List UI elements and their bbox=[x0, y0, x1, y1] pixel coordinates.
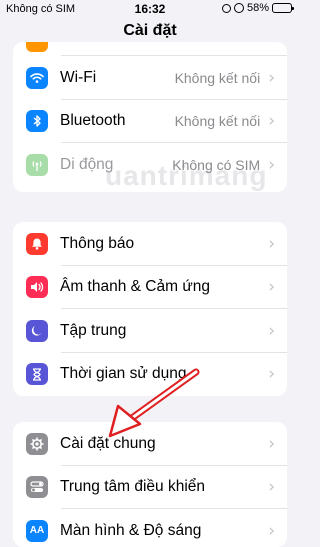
row-value: Không kết nối bbox=[174, 113, 261, 130]
chevron-right-icon: › bbox=[268, 111, 275, 132]
row-label: Thông báo bbox=[60, 234, 135, 252]
moon-icon bbox=[26, 319, 48, 342]
bell-icon bbox=[26, 232, 48, 255]
settings-row-notifications[interactable]: Thông báo › bbox=[13, 222, 287, 266]
settings-row-control-center[interactable]: Trung tâm điều khiển › bbox=[13, 466, 287, 509]
speaker-icon bbox=[26, 276, 48, 299]
toggles-icon bbox=[26, 476, 48, 499]
row-value: Không kết nối bbox=[174, 69, 261, 86]
page-title: Cài đặt bbox=[123, 22, 177, 39]
settings-row-sounds[interactable]: Âm thanh & Cảm ứng › bbox=[13, 266, 287, 309]
battery-icon bbox=[272, 3, 294, 13]
bluetooth-icon bbox=[26, 110, 48, 133]
chevron-right-icon: › bbox=[268, 154, 275, 175]
alarm-icon bbox=[233, 3, 244, 13]
row-label: Bluetooth bbox=[60, 112, 126, 130]
airplane-icon bbox=[26, 42, 48, 52]
status-bar: Không có SIM 16:32 58% bbox=[0, 0, 300, 20]
gear-icon bbox=[26, 432, 48, 455]
general-group: Cài đặt chung › Trung tâm điều khiển › A… bbox=[13, 422, 287, 547]
connectivity-group: Wi-Fi Không kết nối › Bluetooth Không kế… bbox=[13, 42, 287, 192]
row-label: Âm thanh & Cảm ứng bbox=[60, 278, 210, 296]
chevron-right-icon: › bbox=[268, 433, 275, 454]
row-label: Di động bbox=[60, 155, 114, 173]
orientation-lock-icon bbox=[221, 3, 231, 13]
battery-percent: 58% bbox=[246, 2, 269, 14]
settings-row-general[interactable]: Cài đặt chung › bbox=[13, 422, 287, 466]
airplane-mode-row[interactable] bbox=[13, 42, 287, 56]
row-label: Cài đặt chung bbox=[60, 434, 156, 452]
settings-row-screen-time[interactable]: Thời gian sử dụng › bbox=[13, 353, 287, 397]
chevron-right-icon: › bbox=[268, 477, 275, 498]
chevron-right-icon: › bbox=[268, 277, 275, 298]
settings-row-bluetooth[interactable]: Bluetooth Không kết nối › bbox=[13, 100, 287, 143]
notifications-group: Thông báo › Âm thanh & Cảm ứng › Tập tru… bbox=[13, 222, 287, 396]
row-label: Wi-Fi bbox=[60, 68, 97, 86]
chevron-right-icon: › bbox=[268, 364, 275, 385]
settings-row-focus[interactable]: Tập trung › bbox=[13, 309, 287, 353]
settings-row-display[interactable]: AA Màn hình & Độ sáng › bbox=[13, 509, 287, 547]
hourglass-icon bbox=[26, 363, 48, 386]
display-icon: AA bbox=[26, 519, 48, 542]
chevron-right-icon: › bbox=[268, 320, 275, 341]
row-label: Thời gian sử dụng bbox=[60, 365, 187, 383]
chevron-right-icon: › bbox=[268, 520, 275, 541]
row-label: Màn hình & Độ sáng bbox=[60, 521, 202, 539]
row-label: Tập trung bbox=[60, 321, 127, 339]
chevron-right-icon: › bbox=[268, 67, 275, 88]
status-right: 58% bbox=[221, 2, 294, 14]
settings-row-wifi[interactable]: Wi-Fi Không kết nối › bbox=[13, 56, 287, 100]
row-label: Trung tâm điều khiển bbox=[60, 478, 206, 496]
cellular-icon bbox=[26, 153, 48, 176]
chevron-right-icon: › bbox=[268, 233, 275, 254]
wifi-icon bbox=[26, 66, 48, 89]
row-value: Không có SIM bbox=[172, 156, 261, 173]
settings-row-cellular[interactable]: Di động Không có SIM › bbox=[13, 143, 287, 187]
